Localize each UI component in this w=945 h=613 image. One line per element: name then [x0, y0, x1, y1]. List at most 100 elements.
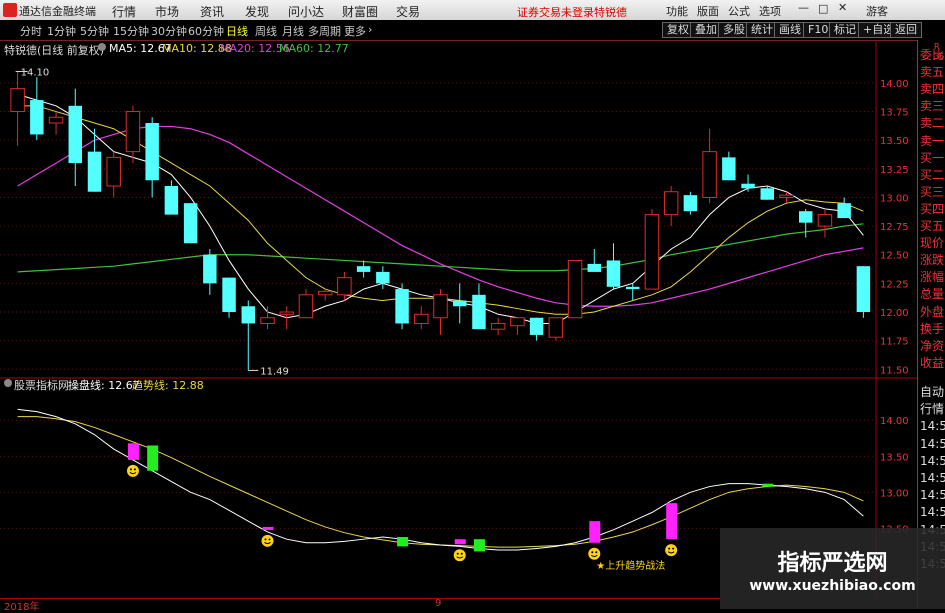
candle-up — [779, 194, 794, 198]
menu-wenxiaoda[interactable]: 问小达 — [288, 3, 324, 20]
sub-tick: 13.50 — [880, 452, 909, 463]
candle-down — [356, 266, 371, 272]
guest-user[interactable]: 游客 — [866, 3, 888, 19]
menu-gongneng[interactable]: 功能 — [666, 3, 688, 19]
side-label-4[interactable]: 卖二 — [920, 116, 944, 130]
smile-icon — [665, 544, 678, 557]
candle-up — [490, 322, 506, 330]
menu-gongshi[interactable]: 公式 — [728, 3, 750, 19]
smile-eye — [668, 547, 671, 550]
menu-banmian[interactable]: 版面 — [697, 3, 719, 19]
signal-bar — [666, 503, 678, 540]
price-tick: 11.75 — [880, 337, 909, 348]
side-label-1[interactable]: 卖五 — [920, 65, 944, 79]
candle-down — [472, 294, 486, 330]
side-label-5[interactable]: 卖一 — [920, 134, 944, 148]
side-label-8[interactable]: 买三 — [920, 185, 944, 199]
side-label-7[interactable]: 买二 — [920, 168, 944, 182]
menu-shichang[interactable]: 市场 — [155, 3, 179, 20]
side-label-12[interactable]: 涨跌 — [920, 253, 944, 267]
side-label-16[interactable]: 换手 — [920, 322, 944, 336]
smile-eye — [672, 547, 675, 550]
menu-jiaoyi[interactable]: 交易 — [396, 3, 420, 20]
period-toolbar: 分时 1分钟 5分钟 15分钟 30分钟 60分钟 日线 周线 月线 多周期 更… — [0, 20, 945, 41]
stock-name-tag: 特锐德 — [594, 6, 627, 19]
close-icon[interactable]: ✕ — [838, 1, 847, 14]
side-label-11[interactable]: 现价 — [920, 236, 944, 250]
period-5min[interactable]: 5分钟 — [80, 23, 109, 39]
side-label-19: 自动 — [920, 385, 945, 399]
btn-fanhui[interactable]: 返回 — [890, 22, 922, 38]
side-label-14[interactable]: 总量 — [920, 287, 944, 301]
btn-huaxian[interactable]: 画线 — [774, 22, 806, 38]
candle-up — [817, 214, 833, 227]
price-tick: 13.50 — [880, 136, 909, 147]
candle-down — [683, 195, 698, 212]
candle-up — [702, 151, 717, 198]
side-quote-panel: R 36 委比 卖五 卖四 卖三 卖二 卖一 买一 买二 买三 买四 买五 现价 涨跌 涨幅 总量 外盘 换手 净资… — [917, 40, 945, 609]
side-label-15[interactable]: 外盘 — [920, 305, 944, 319]
side-label-18[interactable]: 收益 — [920, 356, 944, 370]
candle-up — [337, 277, 352, 296]
candle-down — [183, 203, 198, 244]
smile-icon — [453, 549, 466, 562]
period-multi[interactable]: 多周期 — [308, 23, 341, 39]
chevron-right-icon[interactable]: › — [368, 23, 372, 36]
price-tick: 12.50 — [880, 251, 909, 262]
period-monthly[interactable]: 月线 — [282, 23, 304, 39]
candle-up — [510, 317, 525, 327]
side-label-21: 14:50 — [920, 419, 945, 434]
period-15min[interactable]: 15分钟 — [113, 23, 149, 39]
side-label-6[interactable]: 买一 — [920, 151, 944, 165]
signal-bar — [589, 521, 601, 543]
period-weekly[interactable]: 周线 — [255, 23, 277, 39]
period-fenshi[interactable]: 分时 — [20, 23, 42, 39]
smile-eye — [591, 551, 594, 554]
smile-eye — [268, 538, 271, 541]
candle-down — [395, 289, 409, 324]
low-marker: 11.49 — [260, 366, 289, 377]
period-daily[interactable]: 日线 — [226, 23, 248, 39]
price-tick: 13.00 — [880, 193, 909, 204]
candle-up — [125, 111, 141, 153]
menu-hangqing[interactable]: 行情 — [112, 3, 136, 20]
minimize-icon[interactable]: — — [798, 1, 809, 14]
candle-down — [798, 211, 813, 223]
annotation-text: ★上升趋势战法 — [596, 559, 665, 572]
period-60min[interactable]: 60分钟 — [188, 23, 224, 39]
period-30min[interactable]: 30分钟 — [151, 23, 187, 39]
side-label-17[interactable]: 净资 — [920, 339, 944, 353]
period-1min[interactable]: 1分钟 — [47, 23, 76, 39]
candle-up — [567, 259, 583, 319]
signal-bar — [473, 539, 485, 552]
candle-up — [644, 214, 660, 290]
candle-up — [433, 294, 448, 319]
candle-down — [87, 151, 102, 192]
year-label: 2018年 — [4, 602, 40, 613]
side-label-3[interactable]: 卖三 — [920, 99, 944, 113]
smile-icon — [126, 464, 139, 477]
period-more[interactable]: 更多 — [344, 23, 366, 39]
title-bar: 通达信金融终端 行情 市场 资讯 发现 问小达 财富圈 交易 证券交易未登录 特… — [0, 0, 945, 21]
kline-chart[interactable]: 14.00 13.75 13.50 13.25 13.00 12.75 12.50 12.25… — [0, 40, 917, 598]
menu-faxian[interactable]: 发现 — [245, 3, 269, 20]
side-label-0[interactable]: 委比 — [920, 48, 944, 62]
side-label-9[interactable]: 买四 — [920, 202, 944, 216]
maximize-icon[interactable]: □ — [818, 2, 828, 15]
login-warning[interactable]: 证券交易未登录 — [517, 4, 594, 20]
candle-down — [529, 317, 544, 335]
btn-biaoji[interactable]: 标记 — [829, 22, 861, 38]
candle-down — [606, 260, 621, 287]
candle-up — [663, 191, 679, 216]
signal-bar — [262, 526, 274, 530]
side-label-2[interactable]: 卖四 — [920, 82, 944, 96]
side-label-13[interactable]: 涨幅 — [920, 270, 944, 284]
menu-xuanxiang[interactable]: 选项 — [759, 3, 781, 19]
menu-caifuquan[interactable]: 财富圈 — [342, 3, 378, 20]
watermark-title: 指标严选网 — [777, 551, 888, 576]
menu-zixun[interactable]: 资讯 — [200, 3, 224, 20]
date-axis: 2018年 9 — [0, 598, 720, 613]
side-label-10[interactable]: 买五 — [920, 219, 944, 233]
candle-down — [741, 183, 755, 189]
smile-eye — [460, 552, 463, 555]
